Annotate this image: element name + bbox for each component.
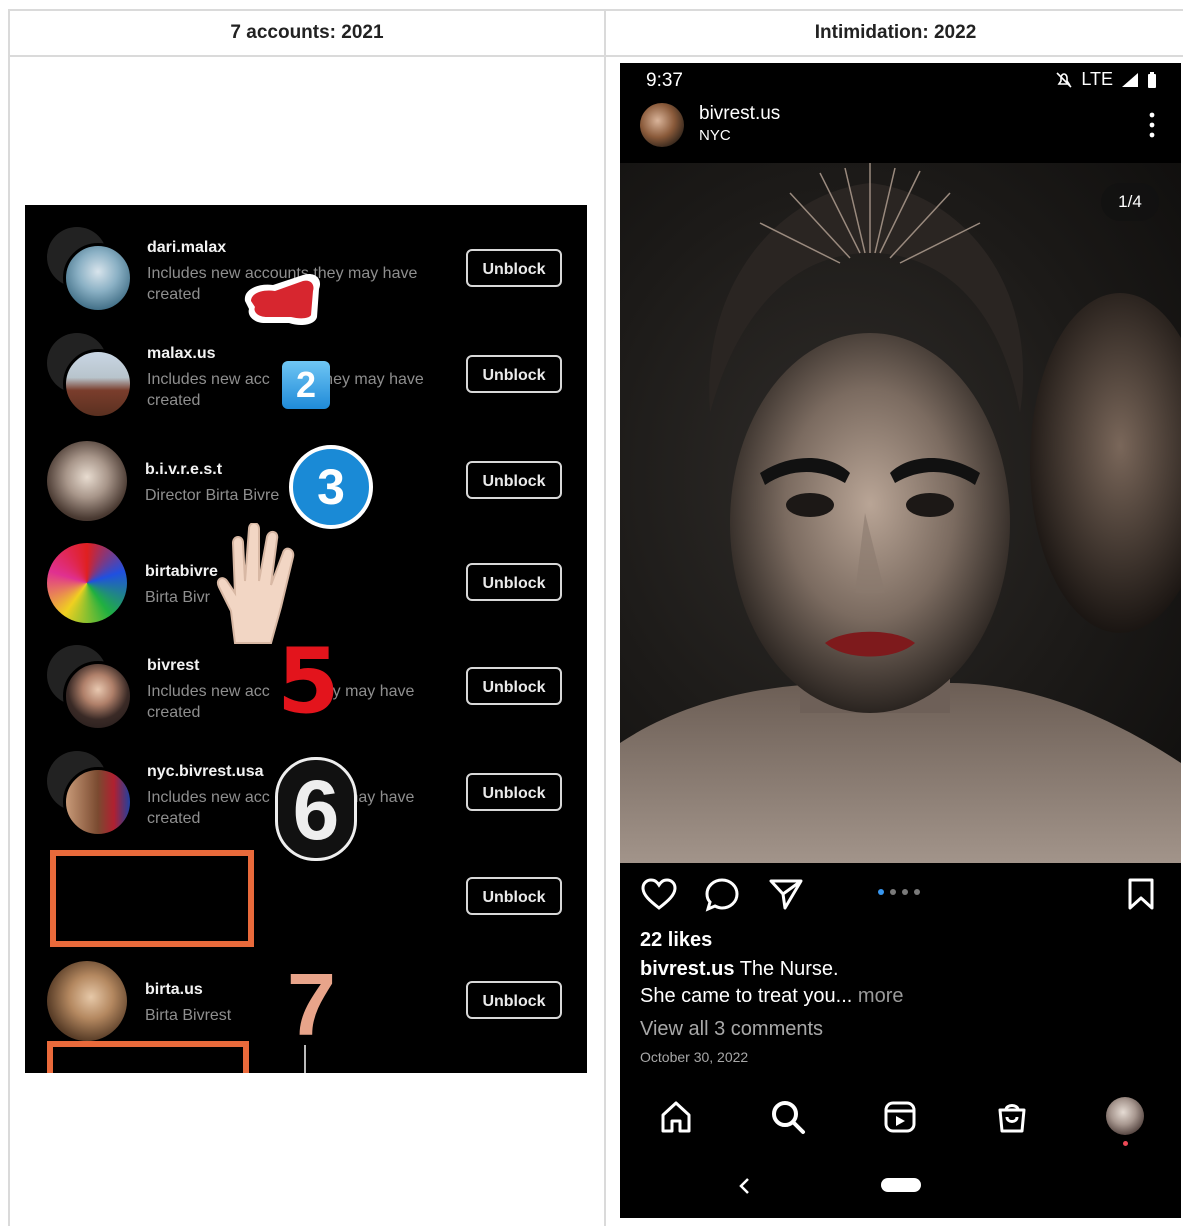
bookmark-icon[interactable] bbox=[1126, 877, 1156, 911]
shop-icon[interactable] bbox=[994, 1099, 1030, 1135]
carousel-dots bbox=[878, 889, 920, 895]
unblock-button[interactable]: Unblock bbox=[466, 355, 562, 393]
post-location[interactable]: NYC bbox=[699, 127, 731, 144]
signal-icon bbox=[1122, 72, 1138, 87]
comment-icon[interactable] bbox=[704, 877, 740, 913]
avatar bbox=[47, 333, 133, 419]
post-date: October 30, 2022 bbox=[640, 1049, 749, 1065]
battery-icon bbox=[1148, 71, 1156, 88]
blocked-row: birtabivre Birta Bivr Unblock bbox=[25, 521, 587, 625]
number-three-sticker: 3 bbox=[289, 445, 373, 529]
heart-icon[interactable] bbox=[640, 877, 678, 911]
more-link[interactable]: more bbox=[858, 985, 904, 1007]
system-nav-bar bbox=[620, 1163, 1181, 1213]
network-label: LTE bbox=[1081, 69, 1113, 89]
number-seven-balloon-sticker: 7 bbox=[287, 955, 336, 1054]
avatar bbox=[47, 961, 127, 1041]
number-five-sticker: 5 bbox=[277, 629, 340, 734]
image-counter: 1/4 bbox=[1101, 183, 1159, 221]
bottom-nav bbox=[620, 1085, 1181, 1147]
avatar bbox=[47, 645, 133, 731]
username: birta.us bbox=[145, 981, 203, 998]
profile-avatar[interactable] bbox=[1106, 1097, 1144, 1135]
search-icon[interactable] bbox=[770, 1099, 806, 1135]
username: bivrest bbox=[147, 657, 200, 674]
header-left: 7 accounts: 2021 bbox=[230, 22, 384, 43]
pointing-finger-sticker bbox=[244, 273, 321, 325]
unblock-button[interactable]: Unblock bbox=[466, 667, 562, 705]
number-two-sticker: 2 bbox=[282, 361, 330, 409]
instagram-post-screenshot: 9:37 LTE bivrest.us NYC 1/4 22 likes biv… bbox=[620, 63, 1181, 1218]
unblock-button[interactable]: Unblock bbox=[466, 981, 562, 1019]
username: nyc.bivrest.usa bbox=[147, 763, 264, 780]
unblock-button[interactable]: Unblock bbox=[466, 563, 562, 601]
header-right: Intimidation: 2022 bbox=[814, 22, 977, 43]
post-photo[interactable] bbox=[620, 163, 1181, 863]
avatar bbox=[47, 227, 133, 313]
unblock-button[interactable]: Unblock bbox=[466, 877, 562, 915]
avatar[interactable] bbox=[640, 103, 684, 147]
username: b.i.v.r.e.s.t bbox=[145, 461, 223, 478]
unblock-button[interactable]: Unblock bbox=[466, 461, 562, 499]
blocked-accounts-screenshot: dari.malax Includes new accounts they ma… bbox=[25, 205, 587, 1073]
reels-icon[interactable] bbox=[882, 1099, 918, 1135]
column-divider bbox=[604, 11, 606, 1226]
likes-count[interactable]: 22 likes bbox=[640, 929, 712, 952]
photo-artwork bbox=[620, 163, 1181, 863]
status-bar: 9:37 LTE bbox=[620, 63, 1181, 99]
username: dari.malax bbox=[147, 239, 227, 256]
share-icon[interactable] bbox=[768, 877, 804, 911]
unblock-button[interactable]: Unblock bbox=[466, 249, 562, 287]
number-six-sticker: 6 bbox=[275, 757, 357, 861]
home-icon[interactable] bbox=[658, 1099, 694, 1135]
caption: bivrest.us The Nurse. bbox=[640, 958, 839, 980]
back-icon[interactable] bbox=[738, 1177, 752, 1195]
caption-username[interactable]: bivrest.us bbox=[640, 958, 734, 980]
status-time: 9:37 bbox=[646, 70, 683, 91]
post-header: bivrest.us NYC bbox=[620, 99, 1181, 163]
balloon-string bbox=[304, 1045, 306, 1073]
notification-dot bbox=[1123, 1141, 1128, 1146]
post-actions bbox=[620, 863, 1181, 925]
view-comments-link[interactable]: View all 3 comments bbox=[640, 1018, 823, 1041]
username: malax.us bbox=[147, 345, 216, 362]
post-username[interactable]: bivrest.us bbox=[699, 103, 780, 125]
unblock-button[interactable]: Unblock bbox=[466, 773, 562, 811]
avatar bbox=[47, 751, 133, 837]
home-gesture-pill[interactable] bbox=[881, 1178, 921, 1192]
redaction-box bbox=[50, 850, 254, 947]
redaction-box bbox=[47, 1041, 249, 1073]
more-options-icon[interactable] bbox=[1149, 111, 1155, 139]
muted-bell-icon bbox=[1056, 71, 1072, 88]
status-icons: LTE bbox=[1055, 69, 1157, 90]
avatar bbox=[47, 441, 127, 521]
avatar bbox=[47, 543, 127, 623]
caption-line2: She came to treat you... more bbox=[640, 985, 904, 1007]
